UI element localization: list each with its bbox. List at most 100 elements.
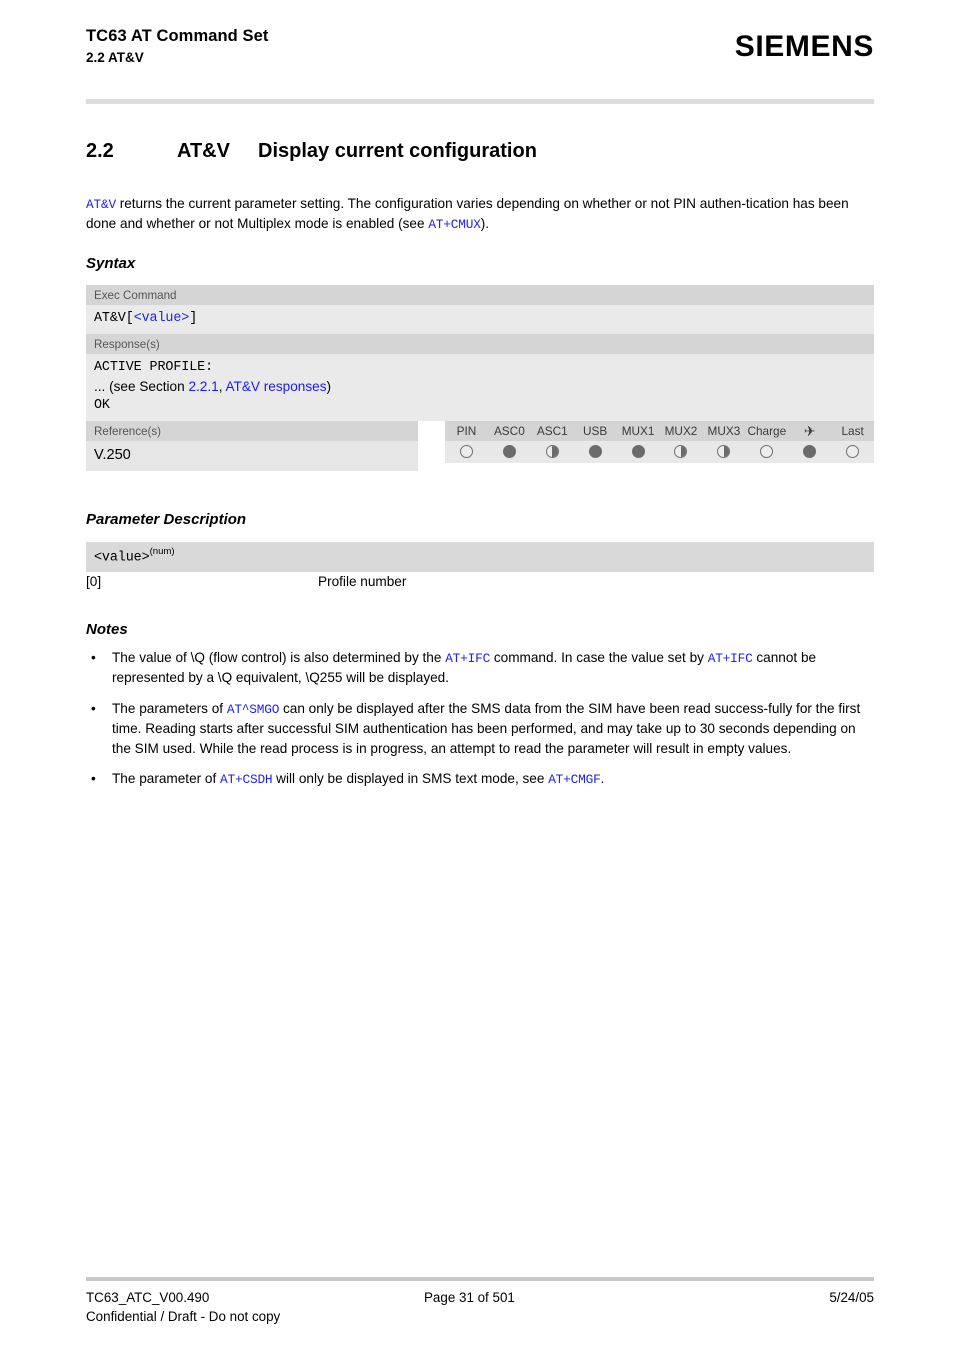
status-dot-full bbox=[588, 445, 602, 458]
indicator-label-mux1: MUX1 bbox=[621, 424, 655, 438]
note-command-atcsdh[interactable]: AT+CSDH bbox=[220, 772, 273, 787]
parameter-name-band: <value>(num) bbox=[86, 542, 874, 573]
indicator-label-pin: PIN bbox=[456, 424, 477, 438]
footer-divider bbox=[86, 1277, 874, 1281]
siemens-logo: SIEMENS bbox=[734, 30, 874, 63]
page-title: TC63 AT Command Set bbox=[86, 27, 269, 45]
note-text-run: . bbox=[600, 771, 605, 787]
footer-date: 5/24/05 bbox=[829, 1290, 874, 1305]
parameter-type: (num) bbox=[149, 546, 175, 557]
intro-paragraph: AT&V returns the current parameter setti… bbox=[86, 194, 876, 235]
response-line2-close: ) bbox=[326, 379, 332, 394]
header-text-block: TC63 AT Command Set 2.2 AT&V bbox=[86, 26, 269, 68]
page-subtitle: 2.2 AT&V bbox=[86, 50, 144, 65]
indicator-label-mux2: MUX2 bbox=[664, 424, 698, 438]
exec-code-suffix: ] bbox=[189, 311, 198, 326]
note-text-run: command. In case the value set by bbox=[490, 650, 708, 665]
footer-confidential-notice: Confidential / Draft - Do not copy bbox=[86, 1309, 281, 1324]
indicator-state-cell bbox=[660, 445, 703, 458]
note-command-atcmgf[interactable]: AT+CMGF bbox=[548, 772, 601, 787]
indicator-state-cell bbox=[617, 445, 660, 458]
exec-code-param[interactable]: <value> bbox=[134, 311, 190, 326]
status-dot-empty bbox=[846, 445, 860, 458]
note-command-atsmgo[interactable]: AT^SMGO bbox=[227, 702, 280, 717]
indicator-label-mux3: MUX3 bbox=[707, 424, 741, 438]
response-line-2: ... (see Section 2.2.1, AT&V responses) bbox=[94, 377, 866, 396]
syntax-table: Exec Command AT&V[<value>] Response(s) A… bbox=[86, 285, 874, 421]
availability-indicator-table: PIN ASC0 ASC1 USB MUX1 MUX2 MUX3 Charge ✈ Last bbox=[445, 421, 874, 463]
note-text-run: The value of \Q (flow control) is also d… bbox=[112, 650, 446, 665]
note-command-atifc[interactable]: AT+IFC bbox=[445, 651, 490, 666]
parameter-description-heading: Parameter Description bbox=[86, 511, 247, 528]
intro-text-3: ). bbox=[480, 216, 489, 232]
intro-command-cmux[interactable]: AT+CMUX bbox=[428, 217, 481, 232]
bullet-icon: • bbox=[91, 771, 96, 787]
indicator-state-cell bbox=[788, 445, 831, 458]
bullet-icon: • bbox=[91, 700, 96, 716]
status-dot-empty bbox=[459, 445, 473, 458]
exec-code-prefix: AT&V[ bbox=[94, 311, 134, 326]
notes-heading: Notes bbox=[86, 621, 128, 638]
page-header: TC63 AT Command Set 2.2 AT&V SIEMENS bbox=[86, 26, 874, 68]
exec-command-code: AT&V[<value>] bbox=[94, 309, 866, 328]
indicator-state-cell bbox=[702, 445, 745, 458]
note-text-run: will only be displayed in SMS text mode,… bbox=[272, 771, 549, 787]
reference-block: Reference(s) V.250 bbox=[86, 421, 418, 471]
parameter-value-row: [0] Profile number bbox=[86, 572, 874, 592]
indicator-state-cell bbox=[745, 445, 788, 458]
status-dot-half bbox=[674, 445, 688, 458]
note-text-run: The parameters of bbox=[112, 700, 227, 716]
footer-row-primary: TC63_ATC_V00.490 Page 31 of 501 5/24/05 bbox=[86, 1288, 874, 1307]
exec-command-label: Exec Command bbox=[86, 285, 874, 305]
note-command-atifc[interactable]: AT+IFC bbox=[708, 651, 753, 666]
parameter-value-desc: Profile number bbox=[318, 574, 407, 589]
document-page: TC63 AT Command Set 2.2 AT&V SIEMENS 2.2… bbox=[0, 0, 954, 1351]
status-dot-half bbox=[545, 445, 559, 458]
status-dot-full bbox=[803, 445, 817, 458]
indicator-state-cell bbox=[488, 445, 531, 458]
indicator-state-row bbox=[445, 441, 874, 463]
status-dot-half bbox=[717, 445, 731, 458]
response-line-3: OK bbox=[94, 398, 110, 413]
response-value: ACTIVE PROFILE: ... (see Section 2.2.1, … bbox=[86, 354, 874, 421]
link-section-221[interactable]: 2.2.1 bbox=[188, 379, 218, 394]
status-dot-full bbox=[502, 445, 516, 458]
bullet-icon: • bbox=[91, 650, 96, 665]
section-title-text: Display current configuration bbox=[258, 140, 537, 162]
footer-page-number: Page 31 of 501 bbox=[424, 1290, 515, 1305]
note-text: The parameter of AT+CSDH will only be di… bbox=[112, 769, 876, 789]
indicator-state-cell bbox=[445, 445, 488, 458]
response-line-1: ACTIVE PROFILE: bbox=[94, 360, 214, 375]
link-atv-responses[interactable]: AT&V responses bbox=[226, 379, 327, 394]
section-number: 2.2 bbox=[86, 140, 114, 162]
reference-value: V.250 bbox=[86, 441, 418, 471]
footer-document-id: TC63_ATC_V00.490 bbox=[86, 1290, 210, 1305]
indicator-label-asc1: ASC1 bbox=[536, 424, 568, 438]
note-item: • The value of \Q (flow control) is also … bbox=[86, 648, 876, 688]
status-dot-full bbox=[631, 445, 645, 458]
airplane-icon: ✈ bbox=[803, 423, 816, 439]
parameter-name: <value> bbox=[94, 550, 150, 566]
note-item: • The parameter of AT+CSDH will only be d… bbox=[86, 769, 876, 789]
indicator-header-row: PIN ASC0 ASC1 USB MUX1 MUX2 MUX3 Charge ✈ Last bbox=[445, 421, 874, 441]
reference-label: Reference(s) bbox=[86, 421, 418, 441]
indicator-label-last: Last bbox=[841, 424, 864, 438]
note-item: • The parameters of AT^SMGO can only be d… bbox=[86, 699, 876, 758]
indicator-state-cell bbox=[531, 445, 574, 458]
response-label: Response(s) bbox=[86, 334, 874, 354]
intro-command-atv[interactable]: AT&V bbox=[86, 197, 116, 212]
indicator-state-cell bbox=[831, 445, 874, 458]
indicator-state-cell bbox=[574, 445, 617, 458]
parameter-value-key: [0] bbox=[86, 574, 102, 589]
header-divider bbox=[86, 99, 874, 104]
footer-row-secondary: Confidential / Draft - Do not copy bbox=[86, 1307, 874, 1326]
indicator-label-asc0: ASC0 bbox=[493, 424, 525, 438]
response-link-separator: , bbox=[218, 379, 226, 394]
intro-text-1: returns the current parameter setting. T… bbox=[115, 196, 746, 211]
note-text: The value of \Q (flow control) is also d… bbox=[112, 648, 876, 688]
indicator-label-charge: Charge bbox=[747, 424, 787, 438]
exec-command-value: AT&V[<value>] bbox=[86, 305, 874, 334]
indicator-label-usb: USB bbox=[583, 424, 608, 438]
section-command: AT&V bbox=[177, 140, 230, 162]
page-footer: TC63_ATC_V00.490 Page 31 of 501 5/24/05 … bbox=[86, 1288, 874, 1326]
